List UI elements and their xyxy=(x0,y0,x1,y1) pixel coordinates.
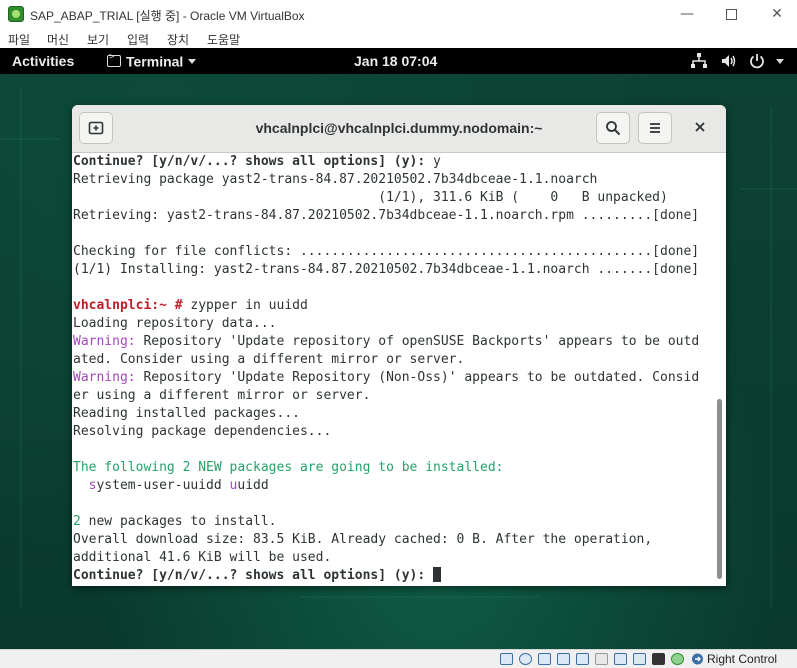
terminal-line: vhcalnplci:~ # zypper in uuidd xyxy=(73,298,308,313)
terminal-line: (1/1), 311.6 KiB ( 0 B unpacked) xyxy=(73,190,668,205)
terminal-line: Retrieving: yast2-trans-84.87.20210502.7… xyxy=(73,208,700,223)
terminal-line: system-user-uuidd uuidd xyxy=(88,478,269,493)
vbox-menubar: 파일 머신 보기 입력 장치 도움말 xyxy=(0,29,797,48)
display-icon[interactable] xyxy=(614,653,627,665)
hamburger-menu-button[interactable] xyxy=(638,112,672,144)
shell-prompt: vhcalnplci:~ # xyxy=(73,298,183,313)
scrollbar-thumb[interactable] xyxy=(717,399,722,579)
search-icon xyxy=(606,121,621,136)
menu-file[interactable]: 파일 xyxy=(8,31,30,48)
gnome-top-bar: Activities Terminal Jan 18 07:04 xyxy=(0,48,797,74)
shell-command: zypper in uuidd xyxy=(182,298,308,313)
maximize-button[interactable] xyxy=(720,5,742,23)
virtualbox-logo-icon xyxy=(8,6,24,22)
terminal-line: (1/1) Installing: yast2-trans-84.87.2021… xyxy=(73,262,700,277)
search-button[interactable] xyxy=(596,112,630,144)
optical-drive-icon[interactable] xyxy=(519,653,532,665)
system-menu-chevron-icon[interactable] xyxy=(776,59,784,64)
network-icon[interactable] xyxy=(690,52,708,70)
guest-display[interactable]: Activities Terminal Jan 18 07:04 xyxy=(0,48,797,649)
terminal-line: er using a different mirror or server. xyxy=(73,388,371,403)
audio-icon[interactable] xyxy=(538,653,551,665)
terminal-line: The following 2 NEW packages are going t… xyxy=(73,460,504,475)
minimize-button[interactable]: — xyxy=(676,5,698,23)
shared-folders-icon[interactable] xyxy=(595,653,608,665)
vbox-window-title: SAP_ABAP_TRIAL [실행 중] - Oracle VM Virtua… xyxy=(30,9,305,23)
power-icon[interactable] xyxy=(748,52,766,70)
hard-disk-icon[interactable] xyxy=(500,653,513,665)
warning-label: Warning: xyxy=(73,334,136,349)
terminal-line: additional 41.6 KiB will be used. xyxy=(73,550,332,565)
terminal-line: Loading repository data... xyxy=(73,316,277,331)
terminal-line: Warning: Repository 'Update Repository (… xyxy=(73,370,700,385)
menu-view[interactable]: 보기 xyxy=(87,31,109,48)
app-menu-label: Terminal xyxy=(126,53,184,70)
terminal-line: Warning: Repository 'Update repository o… xyxy=(73,334,700,349)
chevron-down-icon xyxy=(188,58,197,64)
terminal-output[interactable]: Continue? [y/n/v/...? shows all options]… xyxy=(72,153,726,586)
maximize-icon xyxy=(725,9,737,20)
warning-label: Warning: xyxy=(73,370,136,385)
close-icon xyxy=(695,122,705,132)
terminal-line: Reading installed packages... xyxy=(73,406,300,421)
hamburger-menu-icon xyxy=(650,123,660,133)
terminal-line: Overall download size: 83.5 KiB. Already… xyxy=(73,532,653,547)
vbox-titlebar: SAP_ABAP_TRIAL [실행 중] - Oracle VM Virtua… xyxy=(0,0,797,29)
close-button[interactable] xyxy=(684,112,718,144)
menu-help[interactable]: 도움말 xyxy=(207,31,240,48)
terminal-headerbar[interactable]: vhcalnplci@vhcalnplci.dummy.nodomain:~ xyxy=(72,105,726,153)
menu-input[interactable]: 입력 xyxy=(127,31,149,48)
host-key-label: Right Control xyxy=(707,652,778,666)
usb-icon[interactable] xyxy=(576,653,589,665)
host-key-arrow-icon xyxy=(692,653,703,665)
mouse-integration-icon[interactable] xyxy=(671,653,684,665)
terminal-window[interactable]: vhcalnplci@vhcalnplci.dummy.nodomain:~ C… xyxy=(72,105,726,586)
network-adapter-icon[interactable] xyxy=(557,653,570,665)
terminal-line: ated. Consider using a different mirror … xyxy=(73,352,465,367)
cpu-icon[interactable] xyxy=(652,653,665,665)
app-menu[interactable]: Terminal xyxy=(107,52,197,70)
volume-icon[interactable] xyxy=(720,52,738,70)
text-cursor xyxy=(433,567,442,582)
terminal-line: Checking for file conflicts: ...........… xyxy=(73,244,700,259)
clock[interactable]: Jan 18 07:04 xyxy=(354,53,437,69)
terminal-line: Retrieving package yast2-trans-84.87.202… xyxy=(73,172,598,187)
terminal-line: Continue? [y/n/v/...? shows all options]… xyxy=(73,567,442,583)
terminal-line: Resolving package dependencies... xyxy=(73,424,332,439)
terminal-line: Continue? [y/n/v/...? shows all options]… xyxy=(73,154,441,169)
menu-devices[interactable]: 장치 xyxy=(167,31,189,48)
activities-button[interactable]: Activities xyxy=(12,53,74,69)
vbox-statusbar: Right Control xyxy=(0,649,797,668)
terminal-line: 2 new packages to install. xyxy=(73,514,277,529)
window-close-button[interactable]: ✕ xyxy=(766,5,788,23)
menu-machine[interactable]: 머신 xyxy=(47,31,69,48)
terminal-icon xyxy=(107,52,121,68)
video-capture-icon[interactable] xyxy=(633,653,646,665)
